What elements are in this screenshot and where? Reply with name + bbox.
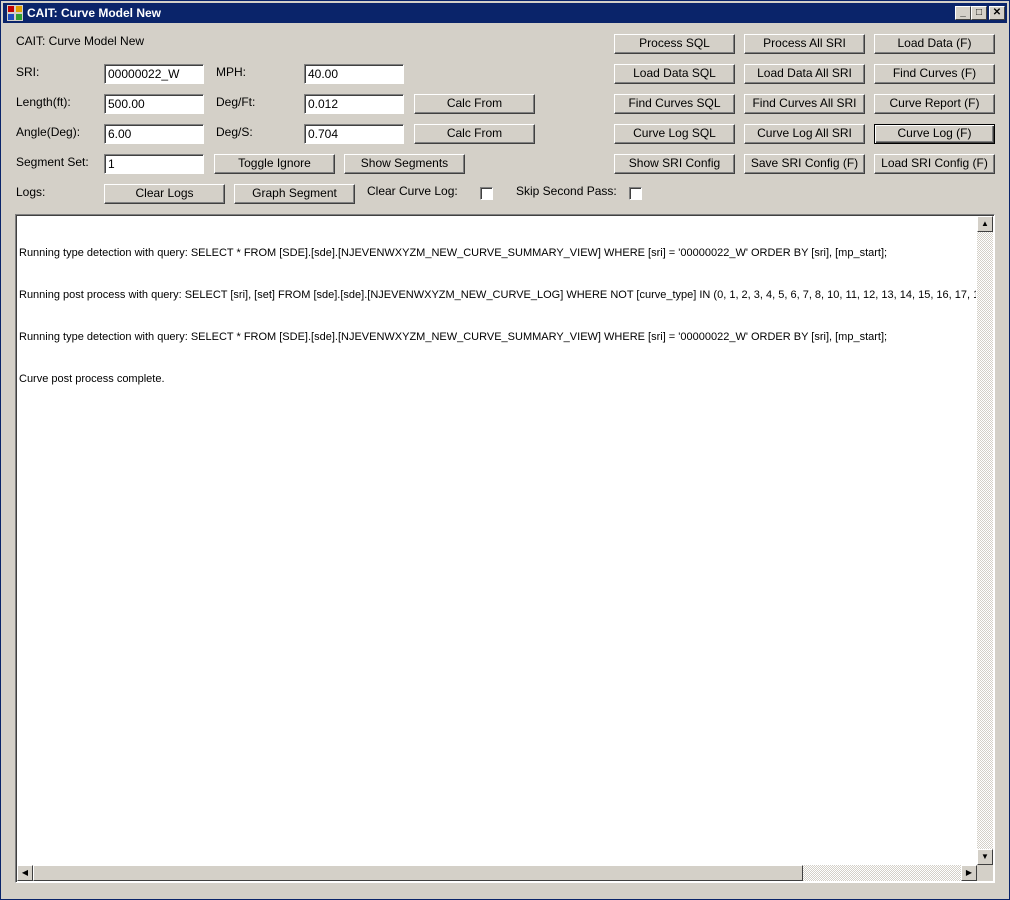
segment-set-input[interactable]: 1 [104,154,204,174]
skip-second-pass-label: Skip Second Pass: [516,184,617,198]
log-line: Running type detection with query: SELEC… [19,331,888,343]
sri-input[interactable]: 00000022_W [104,64,204,84]
degs-input[interactable]: 0.704 [304,124,404,144]
degs-label: Deg/S: [216,125,253,139]
scrollbar-corner [977,865,993,881]
vertical-scrollbar[interactable]: ▲ ▼ [977,216,993,865]
scroll-up-icon[interactable]: ▲ [977,216,993,232]
title-bar[interactable]: CAIT: Curve Model New _ □ ✕ [3,3,1007,23]
load-sri-config-f-button[interactable]: Load SRI Config (F) [874,154,995,174]
find-curves-sql-button[interactable]: Find Curves SQL [614,94,735,114]
angle-input[interactable]: 6.00 [104,124,204,144]
save-sri-config-f-button[interactable]: Save SRI Config (F) [744,154,865,174]
show-segments-button[interactable]: Show Segments [344,154,465,174]
scroll-down-icon[interactable]: ▼ [977,849,993,865]
curve-log-sql-button[interactable]: Curve Log SQL [614,124,735,144]
mph-label: MPH: [216,65,246,79]
log-line: Curve post process complete. [19,373,165,385]
window-title: CAIT: Curve Model New [27,6,162,20]
length-input[interactable]: 500.00 [104,94,204,114]
load-data-sql-button[interactable]: Load Data SQL [614,64,735,84]
load-data-all-sri-button[interactable]: Load Data All SRI [744,64,865,84]
minimize-icon[interactable]: _ [955,6,971,20]
length-label: Length(ft): [16,95,71,109]
calc-from-button-2[interactable]: Calc From [414,124,535,144]
find-curves-all-sri-button[interactable]: Find Curves All SRI [744,94,865,114]
logs-label: Logs: [16,185,46,199]
log-output[interactable]: Running type detection with query: SELEC… [15,214,995,883]
curve-report-f-button[interactable]: Curve Report (F) [874,94,995,114]
log-line: Running type detection with query: SELEC… [19,247,888,259]
horizontal-scroll-thumb[interactable] [33,865,803,881]
graph-segment-button[interactable]: Graph Segment [234,184,355,204]
process-sql-button[interactable]: Process SQL [614,34,735,54]
clear-curve-log-checkbox[interactable] [480,187,493,200]
horizontal-scrollbar[interactable]: ◀ ▶ [17,865,977,881]
clear-logs-button[interactable]: Clear Logs [104,184,225,204]
show-sri-config-button[interactable]: Show SRI Config [614,154,735,174]
calc-from-button-1[interactable]: Calc From [414,94,535,114]
process-all-sri-button[interactable]: Process All SRI [744,34,865,54]
curve-log-f-button[interactable]: Curve Log (F) [874,124,995,144]
toggle-ignore-button[interactable]: Toggle Ignore [214,154,335,174]
degft-label: Deg/Ft: [216,95,256,109]
log-text: Running type detection with query: SELEC… [19,218,976,414]
load-data-f-button[interactable]: Load Data (F) [874,34,995,54]
clear-curve-log-label: Clear Curve Log: [367,184,458,198]
app-grid-icon [7,5,23,21]
header-label: CAIT: Curve Model New [16,34,145,48]
scroll-left-icon[interactable]: ◀ [17,865,33,881]
close-icon[interactable]: ✕ [989,6,1005,20]
sri-label: SRI: [16,65,40,79]
log-line: Running post process with query: SELECT … [19,289,976,301]
curve-log-all-sri-button[interactable]: Curve Log All SRI [744,124,865,144]
segment-set-label: Segment Set: [16,155,89,169]
degft-input[interactable]: 0.012 [304,94,404,114]
angle-label: Angle(Deg): [16,125,81,139]
main-window: CAIT: Curve Model New _ □ ✕ CAIT: Curve … [0,0,1010,900]
scroll-right-icon[interactable]: ▶ [961,865,977,881]
find-curves-f-button[interactable]: Find Curves (F) [874,64,995,84]
skip-second-pass-checkbox[interactable] [629,187,642,200]
maximize-icon[interactable]: □ [971,6,987,20]
mph-input[interactable]: 40.00 [304,64,404,84]
